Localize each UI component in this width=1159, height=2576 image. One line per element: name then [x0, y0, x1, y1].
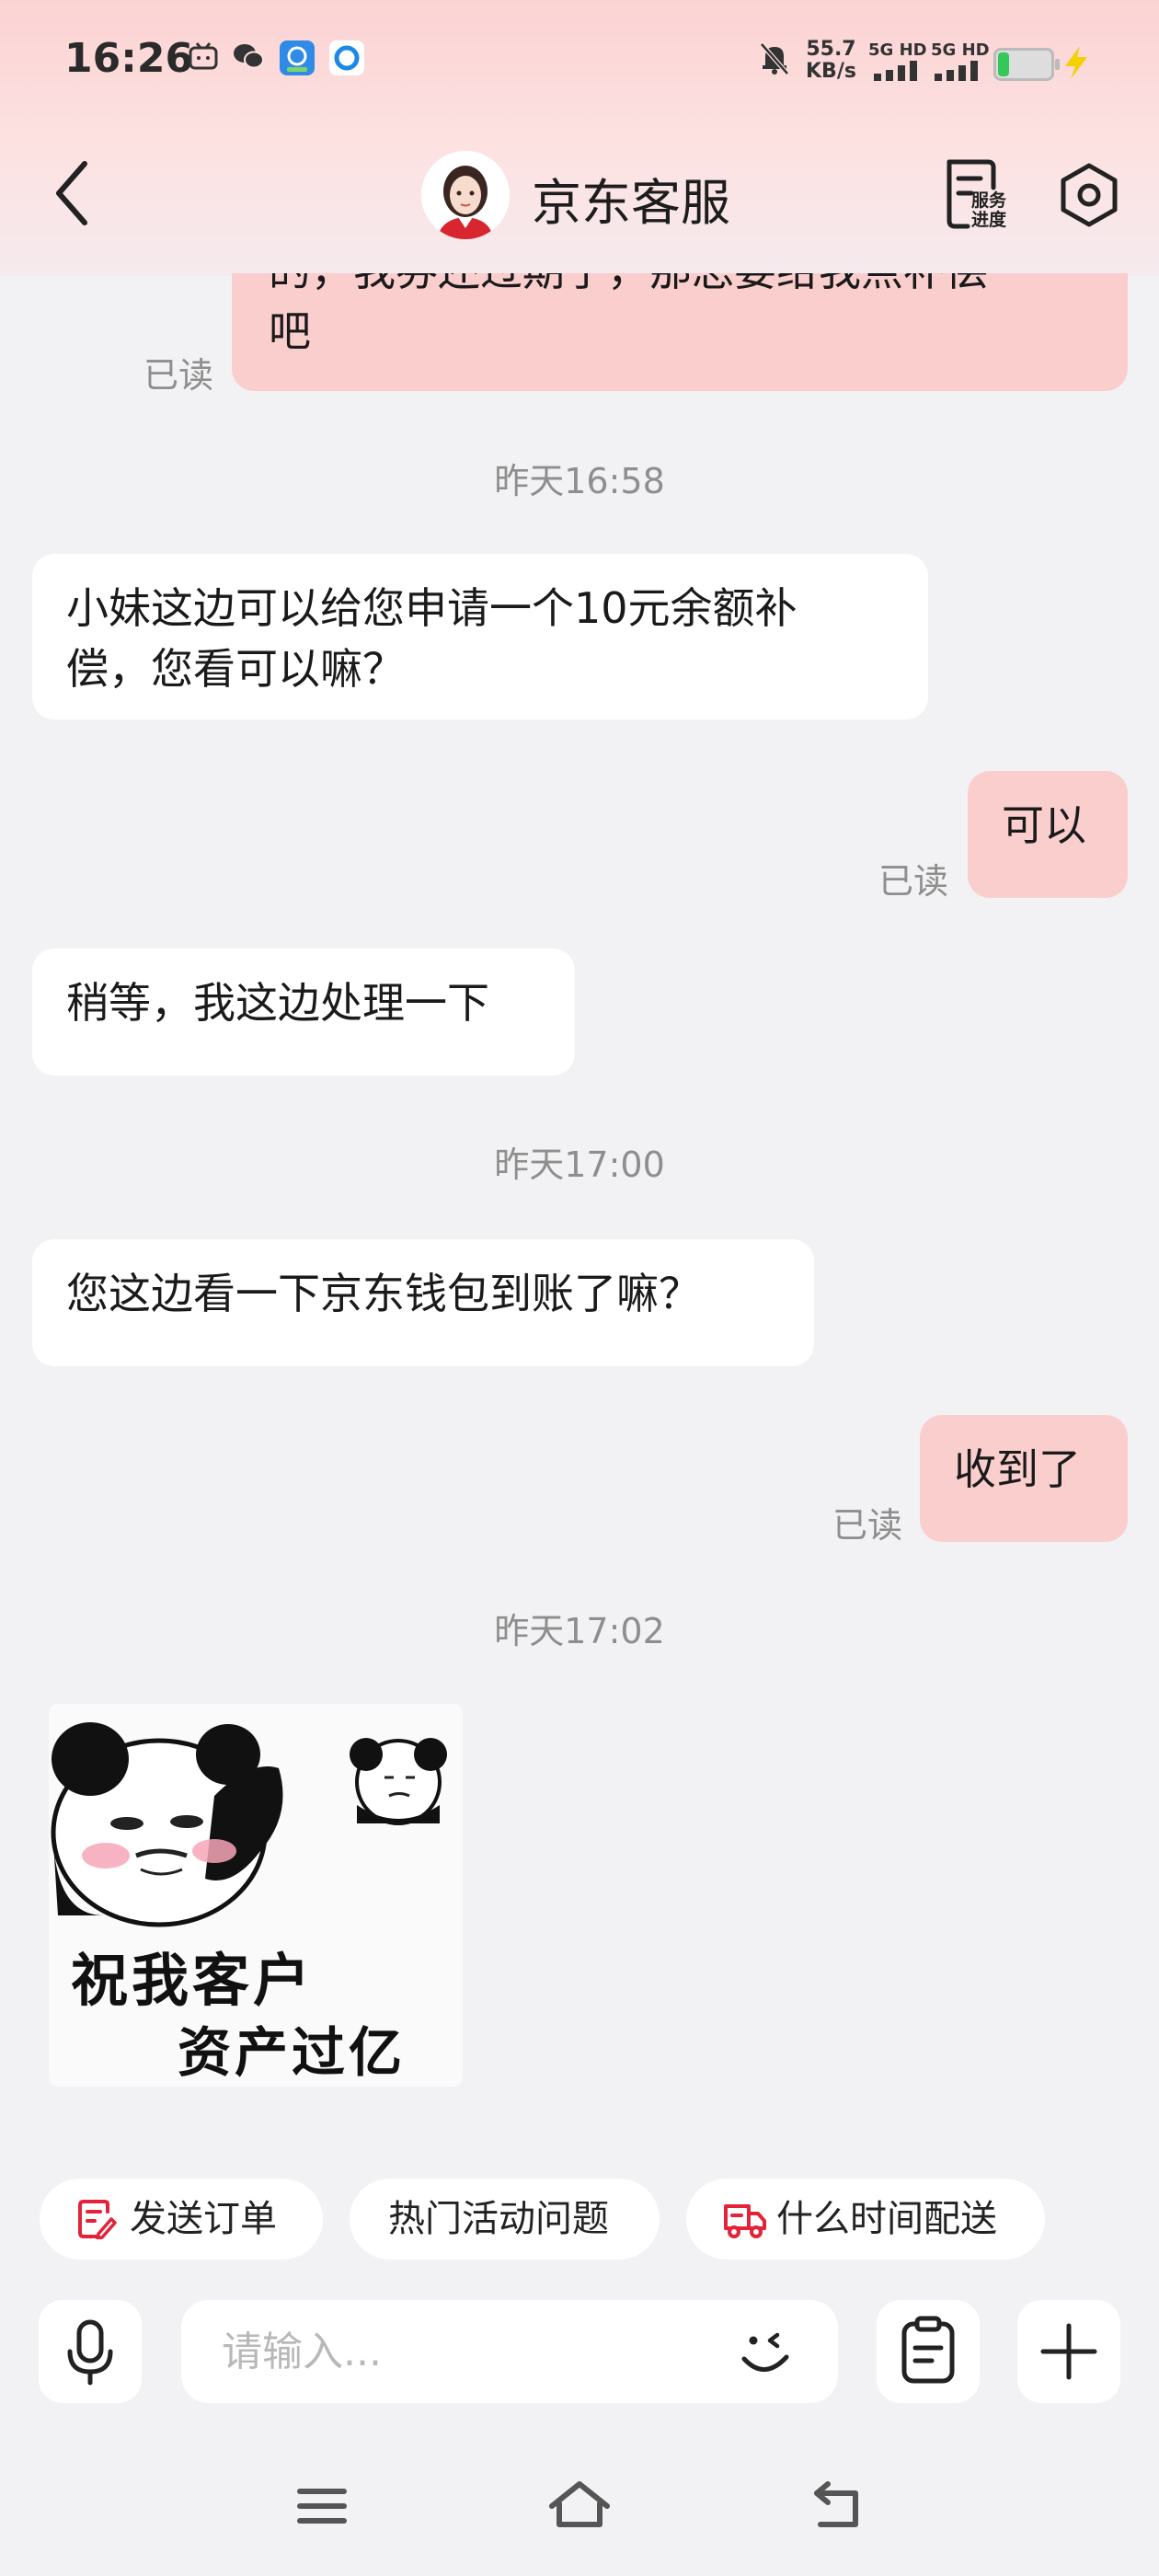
settings-hexagon-icon[interactable]: [1054, 160, 1124, 230]
timestamp: 昨天16:58: [494, 461, 665, 501]
sticker-text-line2: 资产过亿: [178, 2021, 407, 2084]
system-navigation-bar: [0, 2466, 1159, 2548]
signal-label-1: 5G HD: [868, 40, 927, 60]
plus-icon: [1040, 2323, 1097, 2380]
message-text-line: 小妹这边可以给您申请一个10元余额补: [66, 583, 798, 633]
quick-action-label: 什么时间配送: [776, 2198, 997, 2240]
signal-label-2: 5G HD: [931, 40, 990, 60]
sticker-image[interactable]: 祝我客户 资产过亿: [49, 1704, 463, 2087]
signal-bars-icon-1: [874, 61, 917, 81]
read-status: 已读: [832, 1505, 903, 1546]
home-icon[interactable]: [546, 2477, 613, 2536]
read-status: 已读: [143, 355, 214, 396]
clipboard-button[interactable]: [877, 2300, 980, 2403]
quick-action-label: 热门活动问题: [388, 2198, 609, 2240]
message-text: 收到了: [954, 1444, 1081, 1494]
message-bubble-agent[interactable]: 您这边看一下京东钱包到账了嘛？: [32, 1239, 814, 1366]
message-bubble-me[interactable]: 的，我券还过期了，那总要给我点补偿 吧: [232, 273, 1128, 391]
message-bubble-me[interactable]: 可以: [968, 771, 1128, 898]
quick-action-hot-activity[interactable]: 热门活动问题: [350, 2179, 660, 2260]
chat-header: 京东客服 服务 进度: [0, 129, 1159, 267]
sticker-text-line1: 祝我客户: [71, 1947, 315, 2014]
avatar[interactable]: [421, 151, 510, 239]
message-text-line: 偿，您看可以嘛？: [66, 644, 405, 694]
send-order-icon: [78, 2200, 117, 2239]
message-text: 稍等，我这边处理一下: [66, 978, 489, 1028]
voice-button[interactable]: [39, 2300, 142, 2403]
message-bubble-agent[interactable]: 小妹这边可以给您申请一个10元余额补 偿，您看可以嘛？: [32, 554, 928, 719]
charging-icon: [1065, 46, 1087, 79]
quick-action-delivery-time[interactable]: 什么时间配送: [686, 2179, 1045, 2260]
more-plus-button[interactable]: [1017, 2300, 1120, 2403]
message-bubble-me[interactable]: 收到了: [920, 1415, 1128, 1542]
microphone-icon: [67, 2319, 113, 2386]
emoji-wink-icon[interactable]: [733, 2320, 798, 2385]
app-icon: [280, 40, 315, 75]
message-input-box[interactable]: [181, 2300, 838, 2403]
battery-icon: [993, 48, 1060, 81]
net-speed-value: 55.7: [806, 38, 856, 61]
net-speed-unit: KB/s: [806, 60, 856, 83]
message-text: 可以: [1002, 800, 1086, 850]
signal-bars-icon-2: [935, 61, 978, 81]
page-title: 京东客服: [532, 174, 730, 232]
message-text: 您这边看一下京东钱包到账了嘛？: [66, 1269, 701, 1318]
message-text-line: 吧: [269, 306, 311, 356]
menu-icon[interactable]: [293, 2480, 351, 2532]
browser-icon: [329, 40, 364, 75]
timestamp: 昨天17:02: [494, 1611, 665, 1651]
service-progress-label-line2: 进度: [971, 210, 1007, 230]
quick-action-send-order[interactable]: 发送订单: [40, 2179, 323, 2260]
message-bubble-agent[interactable]: 稍等，我这边处理一下: [32, 949, 575, 1075]
status-bar: 16:26 55.7 KB/s 5G HD 5G HD: [0, 0, 1159, 124]
service-progress-button[interactable]: 服务 进度: [940, 156, 1014, 234]
clipboard-icon: [901, 2316, 955, 2384]
status-time: 16:26: [64, 35, 194, 82]
quick-action-label: 发送订单: [130, 2198, 277, 2240]
message-text-line: 的，我券还过期了，那总要给我点补偿: [269, 273, 1091, 301]
back-arrow-icon[interactable]: [48, 156, 103, 230]
back-nav-icon[interactable]: [808, 2478, 866, 2534]
delivery-truck-icon: [724, 2204, 766, 2238]
timestamp: 昨天17:00: [494, 1144, 665, 1185]
bilibili-icon: [189, 42, 218, 70]
read-status: 已读: [878, 861, 949, 902]
wechat-icon: [234, 44, 264, 69]
net-speed: 55.7 KB/s: [806, 39, 856, 83]
mute-bell-icon: [760, 42, 789, 75]
service-progress-label-line1: 服务: [971, 190, 1007, 211]
input-bar: [0, 2291, 1159, 2420]
chat-message-list[interactable]: 的，我券还过期了，那总要给我点补偿 吧 已读 昨天16:58 小妹这边可以给您申…: [0, 273, 1159, 2159]
service-progress-label: 服务 进度: [971, 191, 1006, 230]
message-input[interactable]: [220, 2322, 702, 2381]
